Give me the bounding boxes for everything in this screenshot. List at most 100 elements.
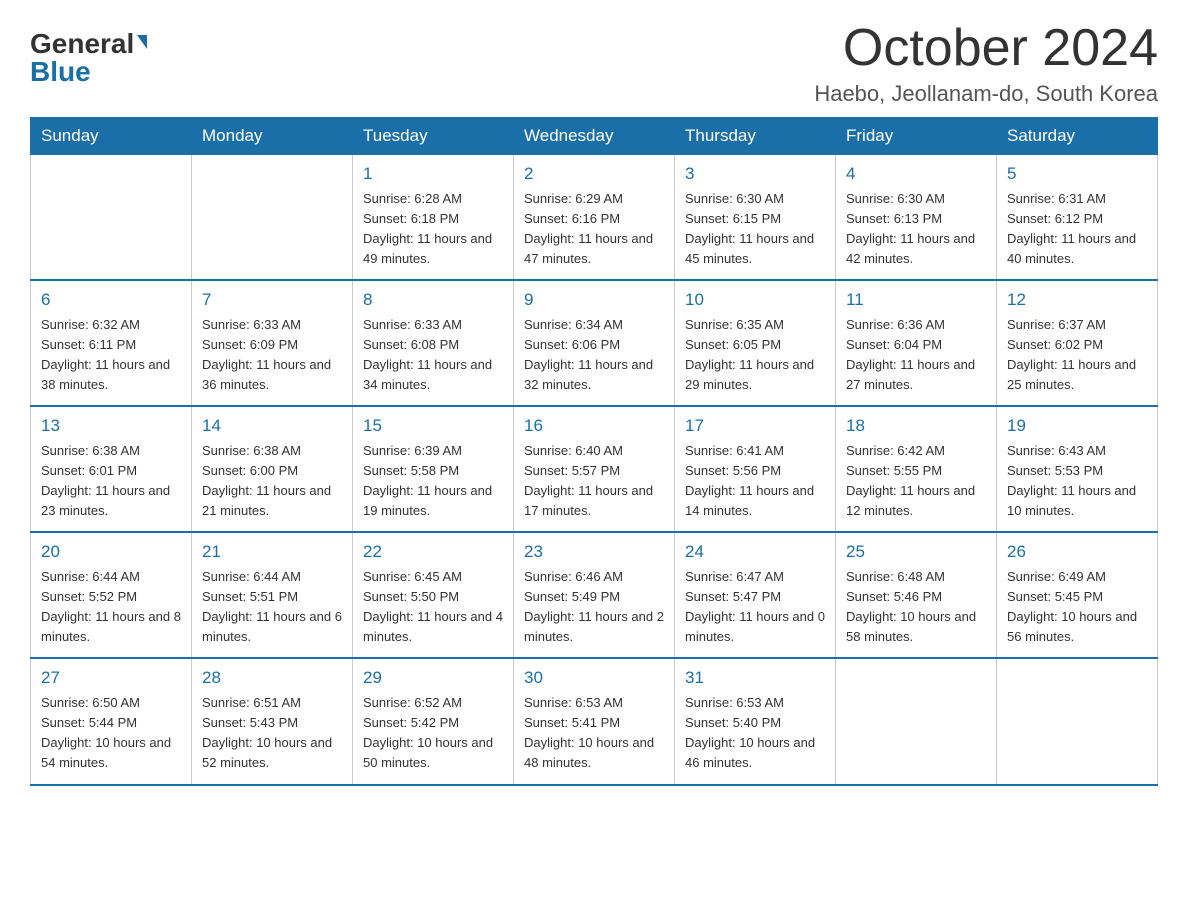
- logo-general-text: General: [30, 30, 134, 58]
- day-info: Sunrise: 6:45 AMSunset: 5:50 PMDaylight:…: [363, 567, 503, 648]
- title-area: October 2024 Haebo, Jeollanam-do, South …: [814, 20, 1158, 107]
- calendar-cell: 10Sunrise: 6:35 AMSunset: 6:05 PMDayligh…: [675, 280, 836, 406]
- calendar-cell: 8Sunrise: 6:33 AMSunset: 6:08 PMDaylight…: [353, 280, 514, 406]
- calendar-cell: 1Sunrise: 6:28 AMSunset: 6:18 PMDaylight…: [353, 155, 514, 281]
- calendar-cell: 17Sunrise: 6:41 AMSunset: 5:56 PMDayligh…: [675, 406, 836, 532]
- day-number: 31: [685, 665, 825, 691]
- day-info: Sunrise: 6:53 AMSunset: 5:41 PMDaylight:…: [524, 693, 664, 774]
- calendar-cell: 9Sunrise: 6:34 AMSunset: 6:06 PMDaylight…: [514, 280, 675, 406]
- calendar-cell: 31Sunrise: 6:53 AMSunset: 5:40 PMDayligh…: [675, 658, 836, 784]
- calendar-cell: 28Sunrise: 6:51 AMSunset: 5:43 PMDayligh…: [192, 658, 353, 784]
- day-number: 30: [524, 665, 664, 691]
- calendar-cell: 15Sunrise: 6:39 AMSunset: 5:58 PMDayligh…: [353, 406, 514, 532]
- calendar-cell: 5Sunrise: 6:31 AMSunset: 6:12 PMDaylight…: [997, 155, 1158, 281]
- day-info: Sunrise: 6:47 AMSunset: 5:47 PMDaylight:…: [685, 567, 825, 648]
- calendar-cell: 13Sunrise: 6:38 AMSunset: 6:01 PMDayligh…: [31, 406, 192, 532]
- day-info: Sunrise: 6:41 AMSunset: 5:56 PMDaylight:…: [685, 441, 825, 522]
- day-number: 9: [524, 287, 664, 313]
- day-number: 17: [685, 413, 825, 439]
- day-info: Sunrise: 6:32 AMSunset: 6:11 PMDaylight:…: [41, 315, 181, 396]
- day-info: Sunrise: 6:39 AMSunset: 5:58 PMDaylight:…: [363, 441, 503, 522]
- weekday-header-monday: Monday: [192, 118, 353, 155]
- weekday-header-row: SundayMondayTuesdayWednesdayThursdayFrid…: [31, 118, 1158, 155]
- day-info: Sunrise: 6:33 AMSunset: 6:09 PMDaylight:…: [202, 315, 342, 396]
- day-number: 3: [685, 161, 825, 187]
- day-info: Sunrise: 6:42 AMSunset: 5:55 PMDaylight:…: [846, 441, 986, 522]
- day-info: Sunrise: 6:31 AMSunset: 6:12 PMDaylight:…: [1007, 189, 1147, 270]
- month-title: October 2024: [814, 20, 1158, 77]
- day-number: 1: [363, 161, 503, 187]
- day-info: Sunrise: 6:48 AMSunset: 5:46 PMDaylight:…: [846, 567, 986, 648]
- calendar-cell: 30Sunrise: 6:53 AMSunset: 5:41 PMDayligh…: [514, 658, 675, 784]
- day-info: Sunrise: 6:51 AMSunset: 5:43 PMDaylight:…: [202, 693, 342, 774]
- weekday-header-wednesday: Wednesday: [514, 118, 675, 155]
- day-number: 4: [846, 161, 986, 187]
- day-number: 21: [202, 539, 342, 565]
- logo-blue-text: Blue: [30, 58, 91, 86]
- day-number: 6: [41, 287, 181, 313]
- calendar-cell: 29Sunrise: 6:52 AMSunset: 5:42 PMDayligh…: [353, 658, 514, 784]
- calendar-cell: 3Sunrise: 6:30 AMSunset: 6:15 PMDaylight…: [675, 155, 836, 281]
- calendar-cell: 25Sunrise: 6:48 AMSunset: 5:46 PMDayligh…: [836, 532, 997, 658]
- day-number: 5: [1007, 161, 1147, 187]
- calendar-table: SundayMondayTuesdayWednesdayThursdayFrid…: [30, 117, 1158, 785]
- calendar-week-row: 1Sunrise: 6:28 AMSunset: 6:18 PMDaylight…: [31, 155, 1158, 281]
- calendar-week-row: 6Sunrise: 6:32 AMSunset: 6:11 PMDaylight…: [31, 280, 1158, 406]
- day-info: Sunrise: 6:52 AMSunset: 5:42 PMDaylight:…: [363, 693, 503, 774]
- day-number: 27: [41, 665, 181, 691]
- day-number: 19: [1007, 413, 1147, 439]
- day-number: 14: [202, 413, 342, 439]
- calendar-cell: 20Sunrise: 6:44 AMSunset: 5:52 PMDayligh…: [31, 532, 192, 658]
- day-info: Sunrise: 6:46 AMSunset: 5:49 PMDaylight:…: [524, 567, 664, 648]
- weekday-header-saturday: Saturday: [997, 118, 1158, 155]
- day-number: 29: [363, 665, 503, 691]
- day-number: 18: [846, 413, 986, 439]
- calendar-cell: 19Sunrise: 6:43 AMSunset: 5:53 PMDayligh…: [997, 406, 1158, 532]
- day-info: Sunrise: 6:49 AMSunset: 5:45 PMDaylight:…: [1007, 567, 1147, 648]
- location-title: Haebo, Jeollanam-do, South Korea: [814, 81, 1158, 107]
- calendar-cell: [997, 658, 1158, 784]
- calendar-cell: 11Sunrise: 6:36 AMSunset: 6:04 PMDayligh…: [836, 280, 997, 406]
- day-number: 15: [363, 413, 503, 439]
- calendar-cell: 22Sunrise: 6:45 AMSunset: 5:50 PMDayligh…: [353, 532, 514, 658]
- day-number: 23: [524, 539, 664, 565]
- weekday-header-sunday: Sunday: [31, 118, 192, 155]
- calendar-cell: 4Sunrise: 6:30 AMSunset: 6:13 PMDaylight…: [836, 155, 997, 281]
- day-info: Sunrise: 6:38 AMSunset: 6:00 PMDaylight:…: [202, 441, 342, 522]
- calendar-week-row: 27Sunrise: 6:50 AMSunset: 5:44 PMDayligh…: [31, 658, 1158, 784]
- day-number: 2: [524, 161, 664, 187]
- day-number: 22: [363, 539, 503, 565]
- logo-triangle-icon: [137, 35, 147, 49]
- day-info: Sunrise: 6:44 AMSunset: 5:51 PMDaylight:…: [202, 567, 342, 648]
- day-info: Sunrise: 6:34 AMSunset: 6:06 PMDaylight:…: [524, 315, 664, 396]
- day-number: 8: [363, 287, 503, 313]
- day-info: Sunrise: 6:30 AMSunset: 6:15 PMDaylight:…: [685, 189, 825, 270]
- calendar-cell: 23Sunrise: 6:46 AMSunset: 5:49 PMDayligh…: [514, 532, 675, 658]
- day-number: 11: [846, 287, 986, 313]
- day-info: Sunrise: 6:38 AMSunset: 6:01 PMDaylight:…: [41, 441, 181, 522]
- weekday-header-tuesday: Tuesday: [353, 118, 514, 155]
- calendar-cell: 18Sunrise: 6:42 AMSunset: 5:55 PMDayligh…: [836, 406, 997, 532]
- weekday-header-friday: Friday: [836, 118, 997, 155]
- day-number: 28: [202, 665, 342, 691]
- calendar-cell: 16Sunrise: 6:40 AMSunset: 5:57 PMDayligh…: [514, 406, 675, 532]
- logo: General Blue: [30, 30, 147, 86]
- calendar-cell: 14Sunrise: 6:38 AMSunset: 6:00 PMDayligh…: [192, 406, 353, 532]
- day-number: 26: [1007, 539, 1147, 565]
- day-number: 16: [524, 413, 664, 439]
- calendar-cell: 12Sunrise: 6:37 AMSunset: 6:02 PMDayligh…: [997, 280, 1158, 406]
- day-info: Sunrise: 6:29 AMSunset: 6:16 PMDaylight:…: [524, 189, 664, 270]
- day-number: 7: [202, 287, 342, 313]
- header: General Blue October 2024 Haebo, Jeollan…: [30, 20, 1158, 107]
- day-number: 13: [41, 413, 181, 439]
- day-info: Sunrise: 6:44 AMSunset: 5:52 PMDaylight:…: [41, 567, 181, 648]
- day-number: 24: [685, 539, 825, 565]
- day-info: Sunrise: 6:40 AMSunset: 5:57 PMDaylight:…: [524, 441, 664, 522]
- calendar-cell: 6Sunrise: 6:32 AMSunset: 6:11 PMDaylight…: [31, 280, 192, 406]
- day-info: Sunrise: 6:28 AMSunset: 6:18 PMDaylight:…: [363, 189, 503, 270]
- day-info: Sunrise: 6:30 AMSunset: 6:13 PMDaylight:…: [846, 189, 986, 270]
- calendar-cell: 24Sunrise: 6:47 AMSunset: 5:47 PMDayligh…: [675, 532, 836, 658]
- calendar-cell: 7Sunrise: 6:33 AMSunset: 6:09 PMDaylight…: [192, 280, 353, 406]
- day-info: Sunrise: 6:50 AMSunset: 5:44 PMDaylight:…: [41, 693, 181, 774]
- day-info: Sunrise: 6:35 AMSunset: 6:05 PMDaylight:…: [685, 315, 825, 396]
